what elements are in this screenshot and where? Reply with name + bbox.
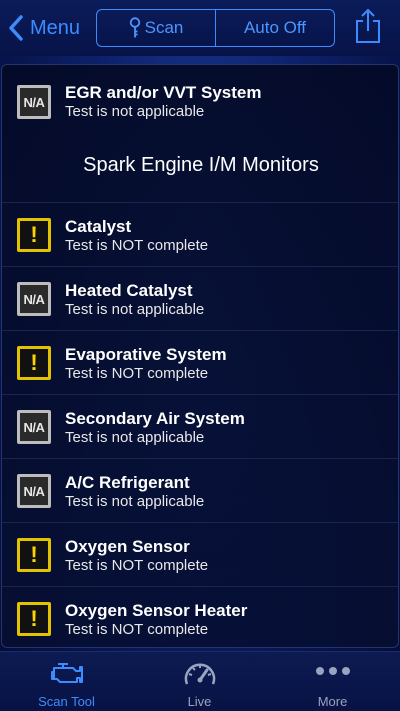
item-title: Evaporative System [65, 345, 227, 364]
item-title: Oxygen Sensor Heater [65, 601, 248, 620]
share-button[interactable] [354, 8, 382, 44]
back-label: Menu [30, 16, 81, 39]
more-icon [315, 667, 350, 675]
chevron-left-icon [9, 15, 23, 41]
list-item[interactable]: ! Evaporative System Test is NOT complet… [2, 330, 398, 394]
item-title: Catalyst [65, 217, 132, 236]
key-icon [129, 17, 140, 38]
warning-icon: ! [17, 346, 51, 380]
list-item[interactable]: N/A EGR and/or VVT System Test is not ap… [2, 65, 398, 129]
item-status: Test is NOT complete [65, 557, 209, 574]
share-icon [356, 8, 380, 43]
list-item[interactable]: ! Oxygen Sensor Heater Test is NOT compl… [2, 586, 398, 647]
item-status: Test is NOT complete [65, 621, 209, 638]
not-applicable-icon: N/A [17, 474, 51, 508]
item-status: Test is not applicable [65, 493, 205, 510]
item-title: Heated Catalyst [65, 281, 193, 300]
list-item[interactable]: N/A A/C Refrigerant Test is not applicab… [2, 458, 398, 522]
section-header: Spark Engine I/M Monitors [83, 154, 319, 176]
list-item[interactable]: N/A Secondary Air System Test is not app… [2, 394, 398, 458]
item-title: Oxygen Sensor [65, 537, 190, 556]
item-title: A/C Refrigerant [65, 473, 190, 492]
scan-button[interactable]: Scan [97, 10, 215, 46]
list-item[interactable]: ! Catalyst Test is NOT complete [2, 202, 398, 266]
scan-label: Scan [144, 18, 184, 37]
monitor-list[interactable]: N/A EGR and/or VVT System Test is not ap… [1, 64, 399, 648]
list-item[interactable]: N/A Heated Catalyst Test is not applicab… [2, 266, 398, 330]
gauge-icon [184, 663, 215, 685]
item-status: Test is not applicable [65, 429, 205, 446]
item-title: EGR and/or VVT System [65, 83, 262, 102]
item-title: Secondary Air System [65, 409, 245, 428]
tab-scan-tool[interactable]: Scan Tool [0, 652, 133, 711]
warning-icon: ! [17, 538, 51, 572]
tab-live[interactable]: Live [133, 652, 266, 711]
tab-label: More [317, 694, 348, 709]
not-applicable-icon: N/A [17, 410, 51, 444]
back-button[interactable]: Menu [8, 12, 80, 44]
not-applicable-icon: N/A [17, 282, 51, 316]
tab-bar: Scan Tool Live More [0, 651, 400, 711]
tab-more[interactable]: More [266, 652, 399, 711]
not-applicable-icon: N/A [17, 85, 51, 119]
item-status: Test is not applicable [65, 301, 205, 318]
nav-bar: Menu Scan Auto Off [0, 0, 400, 56]
scan-mode-segmented-control[interactable]: Scan Auto Off [96, 9, 335, 47]
item-status: Test is not applicable [65, 103, 205, 120]
item-status: Test is NOT complete [65, 237, 209, 254]
warning-icon: ! [17, 218, 51, 252]
tab-label: Live [187, 694, 212, 709]
list-item[interactable]: ! Oxygen Sensor Test is NOT complete [2, 522, 398, 586]
warning-icon: ! [17, 602, 51, 636]
auto-off-label: Auto Off [243, 18, 307, 37]
engine-icon [50, 663, 83, 683]
auto-off-button[interactable]: Auto Off [215, 10, 334, 46]
item-status: Test is NOT complete [65, 365, 209, 382]
tab-label: Scan Tool [38, 694, 95, 709]
